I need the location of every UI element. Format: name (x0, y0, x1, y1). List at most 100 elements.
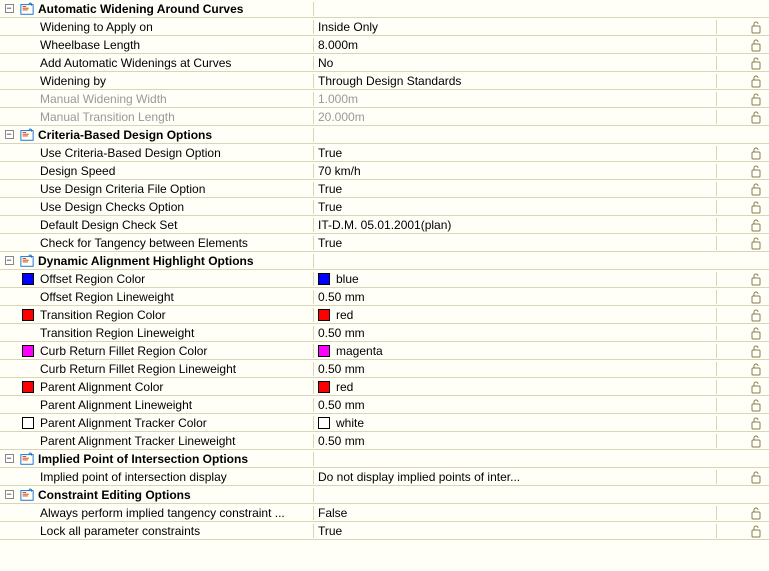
property-value[interactable]: red (314, 380, 717, 394)
property-value[interactable]: True (314, 236, 717, 250)
lock-icon[interactable] (743, 272, 769, 286)
section-header-auto_widening[interactable]: − Automatic Widening Around Curves (0, 0, 769, 18)
lock-icon[interactable] (743, 56, 769, 70)
property-row[interactable]: Transition Region Lineweight0.50 mm (0, 324, 769, 342)
property-label: Curb Return Fillet Region Color (36, 344, 314, 358)
property-value[interactable]: Through Design Standards (314, 74, 717, 88)
lock-icon[interactable] (743, 236, 769, 250)
property-value[interactable]: Do not display implied points of inter..… (314, 470, 717, 484)
lock-icon[interactable] (743, 110, 769, 124)
lock-icon[interactable] (743, 38, 769, 52)
color-swatch-icon (318, 273, 330, 285)
section-header-constraint_editing[interactable]: −Constraint Editing Options (0, 486, 769, 504)
property-label: Manual Widening Width (36, 92, 314, 106)
property-value[interactable]: 0.50 mm (314, 290, 717, 304)
property-value[interactable]: False (314, 506, 717, 520)
property-value[interactable]: 0.50 mm (314, 326, 717, 340)
property-row[interactable]: Offset Region Lineweight0.50 mm (0, 288, 769, 306)
property-value[interactable]: 0.50 mm (314, 398, 717, 412)
property-row[interactable]: Offset Region Colorblue (0, 270, 769, 288)
property-row[interactable]: Use Design Checks OptionTrue (0, 198, 769, 216)
property-row[interactable]: Wheelbase Length8.000m (0, 36, 769, 54)
property-row[interactable]: Transition Region Colorred (0, 306, 769, 324)
lock-icon[interactable] (743, 290, 769, 304)
property-label: Use Design Criteria File Option (36, 182, 314, 196)
property-value[interactable]: Inside Only (314, 20, 717, 34)
lock-icon[interactable] (743, 218, 769, 232)
lock-icon[interactable] (743, 92, 769, 106)
property-value[interactable]: magenta (314, 344, 717, 358)
property-value[interactable]: No (314, 56, 717, 70)
property-value[interactable]: blue (314, 272, 717, 286)
lock-icon[interactable] (743, 344, 769, 358)
property-row[interactable]: Parent Alignment Lineweight0.50 mm (0, 396, 769, 414)
property-value[interactable]: white (314, 416, 717, 430)
lock-icon[interactable] (743, 362, 769, 376)
row-indent (18, 309, 36, 321)
property-value[interactable]: True (314, 524, 717, 538)
property-row[interactable]: Lock all parameter constraintsTrue (0, 522, 769, 540)
property-row[interactable]: Implied point of intersection displayDo … (0, 468, 769, 486)
property-value[interactable]: red (314, 308, 717, 322)
collapse-toggle[interactable]: − (0, 256, 18, 265)
property-value[interactable]: IT-D.M. 05.01.2001(plan) (314, 218, 717, 232)
property-value[interactable]: True (314, 182, 717, 196)
property-row[interactable]: Manual Widening Width1.000m (0, 90, 769, 108)
property-label: Check for Tangency between Elements (36, 236, 314, 250)
section-title: Automatic Widening Around Curves (36, 2, 314, 16)
collapse-toggle[interactable]: − (0, 454, 18, 463)
collapse-toggle[interactable]: − (0, 490, 18, 499)
property-row[interactable]: Manual Transition Length20.000m (0, 108, 769, 126)
lock-icon[interactable] (743, 506, 769, 520)
collapse-toggle[interactable]: − (0, 4, 18, 13)
property-row[interactable]: Default Design Check SetIT-D.M. 05.01.20… (0, 216, 769, 234)
section-icon (18, 128, 36, 142)
section-header-implied_point[interactable]: −Implied Point of Intersection Options (0, 450, 769, 468)
property-row[interactable]: Always perform implied tangency constrai… (0, 504, 769, 522)
lock-icon[interactable] (743, 434, 769, 448)
property-row[interactable]: Add Automatic Widenings at CurvesNo (0, 54, 769, 72)
lock-icon[interactable] (743, 164, 769, 178)
lock-icon[interactable] (743, 380, 769, 394)
collapse-toggle[interactable]: − (0, 130, 18, 139)
property-label: Offset Region Lineweight (36, 290, 314, 304)
property-value[interactable]: 70 km/h (314, 164, 717, 178)
lock-icon[interactable] (743, 416, 769, 430)
lock-icon[interactable] (743, 182, 769, 196)
property-row[interactable]: Parent Alignment Colorred (0, 378, 769, 396)
property-value[interactable]: 1.000m (314, 92, 717, 106)
lock-icon[interactable] (743, 398, 769, 412)
property-value[interactable]: 0.50 mm (314, 434, 717, 448)
property-row[interactable]: Parent Alignment Tracker Colorwhite (0, 414, 769, 432)
property-row[interactable]: Design Speed70 km/h (0, 162, 769, 180)
property-value[interactable]: 0.50 mm (314, 362, 717, 376)
lock-icon[interactable] (743, 200, 769, 214)
section-header-dynamic_highlight[interactable]: −Dynamic Alignment Highlight Options (0, 252, 769, 270)
property-row[interactable]: Curb Return Fillet Region Lineweight0.50… (0, 360, 769, 378)
property-value[interactable]: True (314, 200, 717, 214)
property-value[interactable]: 8.000m (314, 38, 717, 52)
property-value[interactable]: 20.000m (314, 110, 717, 124)
lock-icon[interactable] (743, 146, 769, 160)
property-row[interactable]: Parent Alignment Tracker Lineweight0.50 … (0, 432, 769, 450)
property-row[interactable]: Use Criteria-Based Design OptionTrue (0, 144, 769, 162)
property-row[interactable]: Use Design Criteria File OptionTrue (0, 180, 769, 198)
property-row[interactable]: Check for Tangency between ElementsTrue (0, 234, 769, 252)
property-row[interactable]: Curb Return Fillet Region Colormagenta (0, 342, 769, 360)
section-header-criteria_design[interactable]: −Criteria-Based Design Options (0, 126, 769, 144)
property-grid: − Automatic Widening Around Curves Widenin… (0, 0, 769, 540)
property-row[interactable]: Widening byThrough Design Standards (0, 72, 769, 90)
property-row[interactable]: Widening to Apply onInside Only (0, 18, 769, 36)
property-value[interactable]: True (314, 146, 717, 160)
property-label: Wheelbase Length (36, 38, 314, 52)
property-label: Transition Region Color (36, 308, 314, 322)
lock-icon[interactable] (743, 74, 769, 88)
lock-icon[interactable] (743, 308, 769, 322)
color-swatch-icon (318, 417, 330, 429)
lock-icon[interactable] (743, 524, 769, 538)
lock-icon[interactable] (743, 20, 769, 34)
color-swatch-icon (22, 345, 34, 357)
property-label: Parent Alignment Tracker Lineweight (36, 434, 314, 448)
lock-icon[interactable] (743, 470, 769, 484)
lock-icon[interactable] (743, 326, 769, 340)
